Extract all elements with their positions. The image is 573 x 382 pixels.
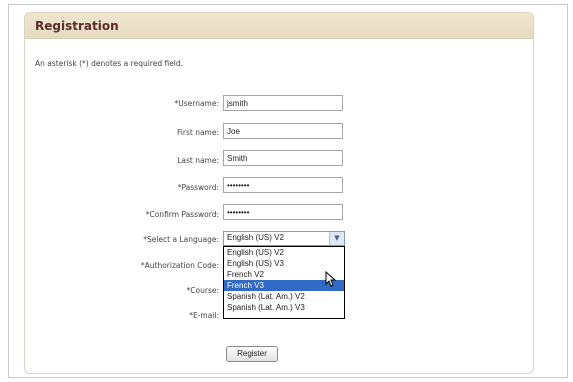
registration-panel: Registration An asterisk (*) denotes a r… <box>24 12 534 374</box>
authorization-code-label: *Authorization Code: <box>140 261 219 270</box>
language-option[interactable]: English (US) V3 <box>224 258 344 269</box>
register-button[interactable]: Register <box>226 346 278 362</box>
first-name-input[interactable]: Joe <box>223 123 343 139</box>
language-selected-value: English (US) V2 <box>227 233 284 242</box>
required-field-note: An asterisk (*) denotes a required field… <box>35 59 184 68</box>
first-name-label: First name: <box>177 128 219 137</box>
language-option[interactable]: English (US) V2 <box>224 247 344 258</box>
course-label: *Course: <box>186 286 219 295</box>
language-option[interactable]: Spanish (Lat. Am.) V3 <box>224 302 344 313</box>
panel-header: Registration <box>25 13 533 39</box>
panel-title: Registration <box>35 19 119 33</box>
chevron-down-icon[interactable]: ▼ <box>329 232 344 245</box>
password-label: *Password: <box>177 183 219 192</box>
confirm-password-input[interactable]: •••••••• <box>223 204 343 220</box>
email-label: *E-mail: <box>189 311 219 320</box>
language-option[interactable]: Spanish (Lat. Am.) V2 <box>224 291 344 302</box>
language-label: *Select a Language: <box>143 235 219 244</box>
last-name-input[interactable]: Smith <box>223 150 343 166</box>
confirm-password-label: *Confirm Password: <box>145 210 219 219</box>
username-label: *Username: <box>174 99 219 108</box>
password-input[interactable]: •••••••• <box>223 177 343 193</box>
username-input[interactable]: jsmith <box>223 95 343 111</box>
mouse-pointer-icon <box>325 271 337 287</box>
language-select[interactable]: English (US) V2 ▼ <box>223 231 345 246</box>
last-name-label: Last name: <box>177 156 219 165</box>
